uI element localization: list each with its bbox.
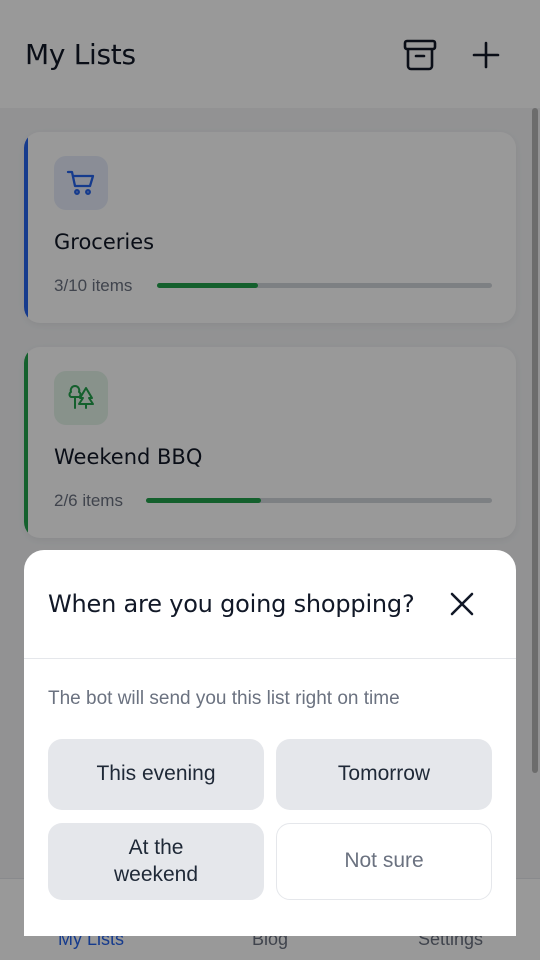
sheet-title: When are you going shopping? — [48, 590, 415, 618]
option-not-sure[interactable]: Not sure — [276, 823, 492, 900]
close-icon[interactable] — [446, 588, 478, 620]
option-this-evening[interactable]: This evening — [48, 739, 264, 810]
option-at-the-weekend[interactable]: At the weekend — [48, 823, 264, 900]
option-tomorrow[interactable]: Tomorrow — [276, 739, 492, 810]
shopping-time-sheet: When are you going shopping? The bot wil… — [24, 550, 516, 936]
sheet-subtitle: The bot will send you this list right on… — [48, 688, 400, 709]
sheet-divider — [24, 658, 516, 659]
